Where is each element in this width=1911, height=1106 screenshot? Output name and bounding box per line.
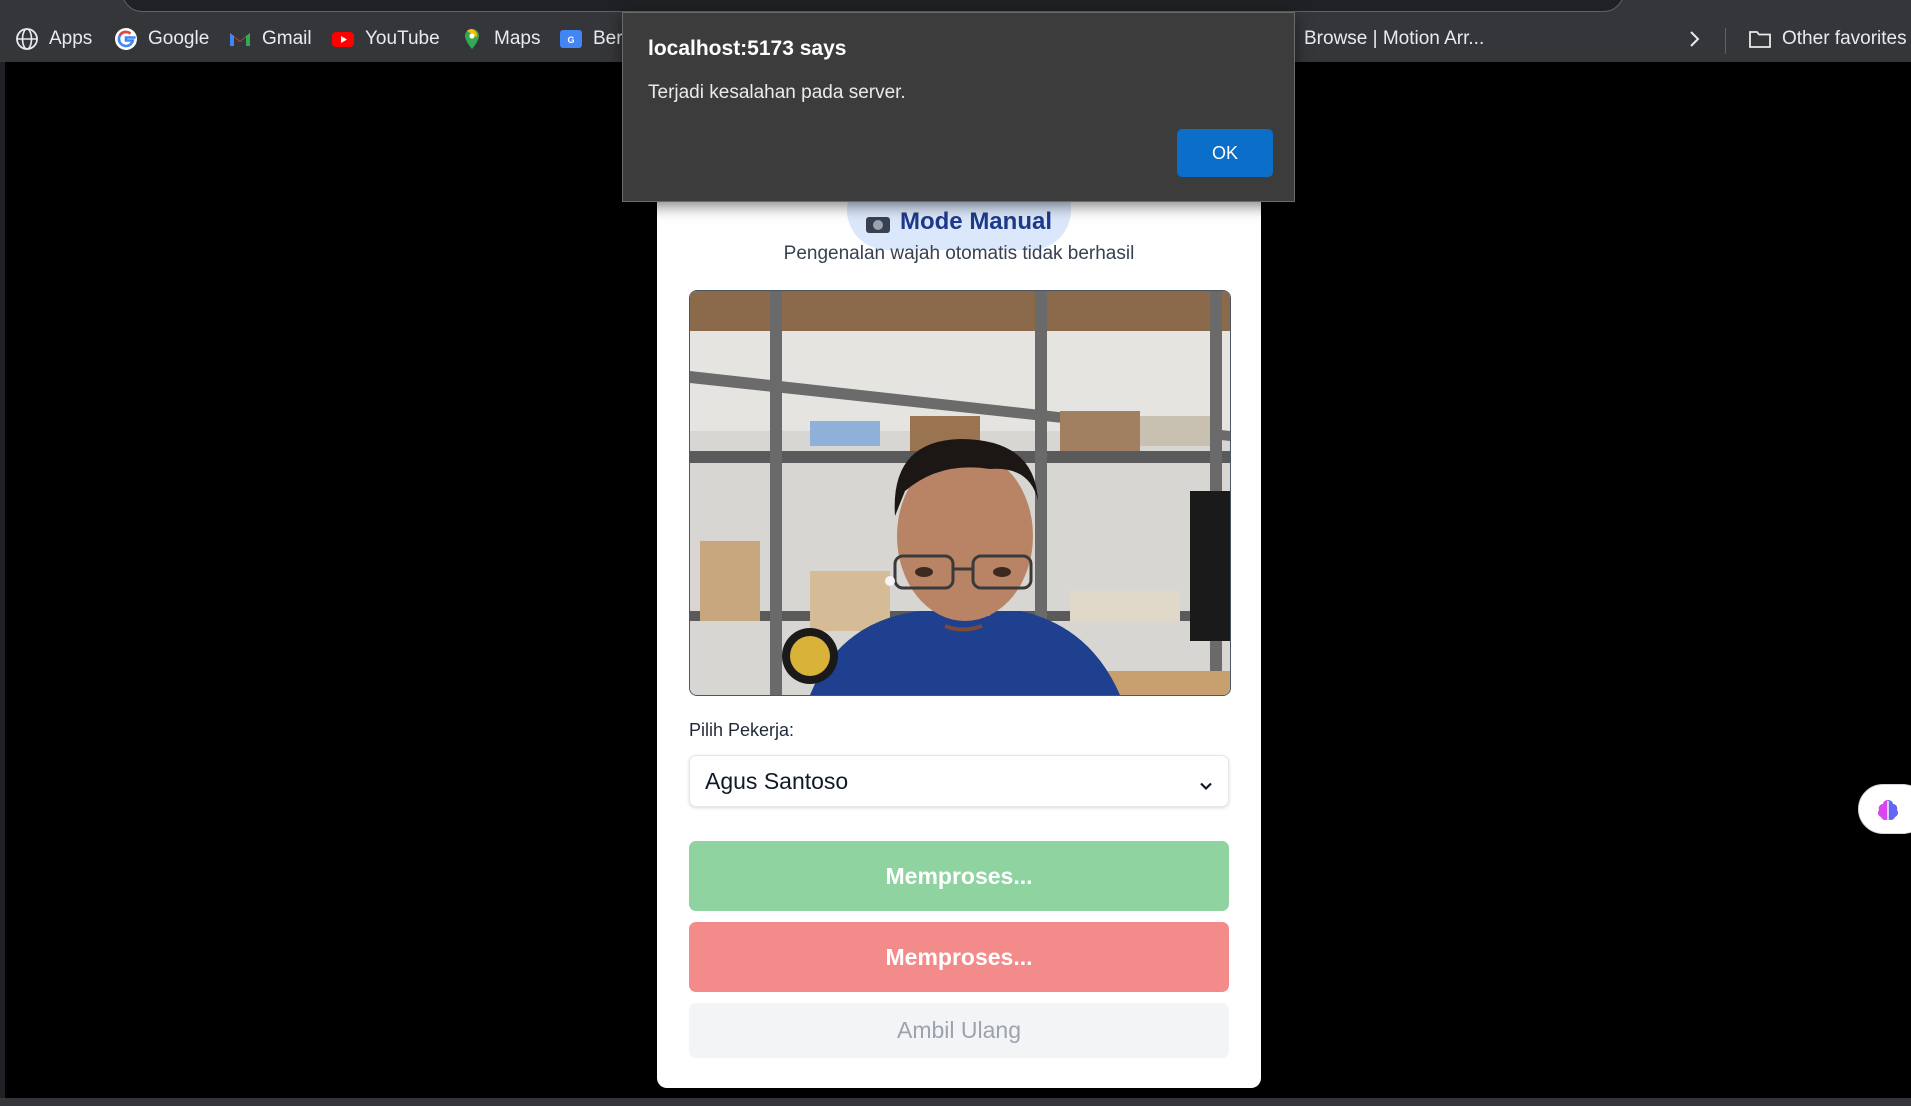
retake-button[interactable]: Ambil Ulang [689, 1003, 1229, 1058]
worker-select[interactable]: Agus Santoso [689, 755, 1229, 807]
bookmark-label: Apps [49, 28, 93, 49]
chevron-down-icon [1198, 773, 1214, 791]
address-bar[interactable] [122, 0, 1624, 12]
window-bottom-edge [0, 1098, 1911, 1106]
mode-label: Mode Manual [899, 208, 1052, 235]
camera-frame-image [690, 291, 1230, 695]
side-extension-button[interactable] [1858, 784, 1911, 834]
gmail-icon [228, 27, 252, 51]
ok-button[interactable]: OK [1177, 129, 1273, 177]
recognition-hint: Pengenalan wajah otomatis tidak berhasil [783, 243, 1135, 264]
bookmark-apps[interactable]: Apps [15, 20, 92, 58]
bookmark-google[interactable]: Google [114, 20, 209, 58]
bookmark-label: Other favorites [1782, 28, 1907, 49]
bookmarks-divider [1725, 28, 1726, 54]
bookmark-gmail[interactable]: Gmail [228, 20, 312, 58]
worker-selected-value: Agus Santoso [705, 767, 849, 794]
camera-icon [865, 217, 890, 233]
youtube-icon [331, 27, 355, 51]
bookmark-label: Browse | Motion Arr... [1304, 28, 1485, 49]
alert-dialog: localhost:5173 says Terjadi kesalahan pa… [622, 12, 1295, 202]
worker-select-label: Pilih Pekerja: [689, 720, 795, 740]
news-icon: G [559, 27, 583, 51]
bookmark-youtube[interactable]: YouTube [331, 20, 440, 58]
globe-icon [15, 27, 39, 51]
bookmarks-overflow-button[interactable] [1682, 20, 1706, 58]
brain-icon [1875, 797, 1901, 823]
bookmark-label: Maps [494, 28, 541, 49]
bookmark-label: YouTube [365, 28, 440, 49]
bookmark-motion-array[interactable]: Browse | Motion Arr... [1284, 20, 1484, 58]
bookmark-maps[interactable]: Maps [460, 20, 540, 58]
bookmark-label: Google [148, 28, 210, 49]
bookmark-news[interactable]: G Beri [559, 20, 627, 58]
attendance-card: Mode Manual Pengenalan wajah otomatis ti… [657, 150, 1261, 1088]
camera-preview [689, 290, 1231, 696]
reject-button[interactable]: Memproses... [689, 922, 1229, 992]
dialog-message: Terjadi kesalahan pada server. [648, 82, 906, 103]
chevron-right-icon [1682, 27, 1706, 51]
svg-text:G: G [567, 35, 574, 45]
google-icon [114, 27, 138, 51]
other-favorites[interactable]: Other favorites [1748, 20, 1907, 58]
bookmark-label: Gmail [262, 28, 312, 49]
maps-icon [460, 27, 484, 51]
folder-icon [1748, 27, 1772, 51]
dialog-title: localhost:5173 says [648, 37, 847, 60]
approve-button[interactable]: Memproses... [689, 841, 1229, 911]
